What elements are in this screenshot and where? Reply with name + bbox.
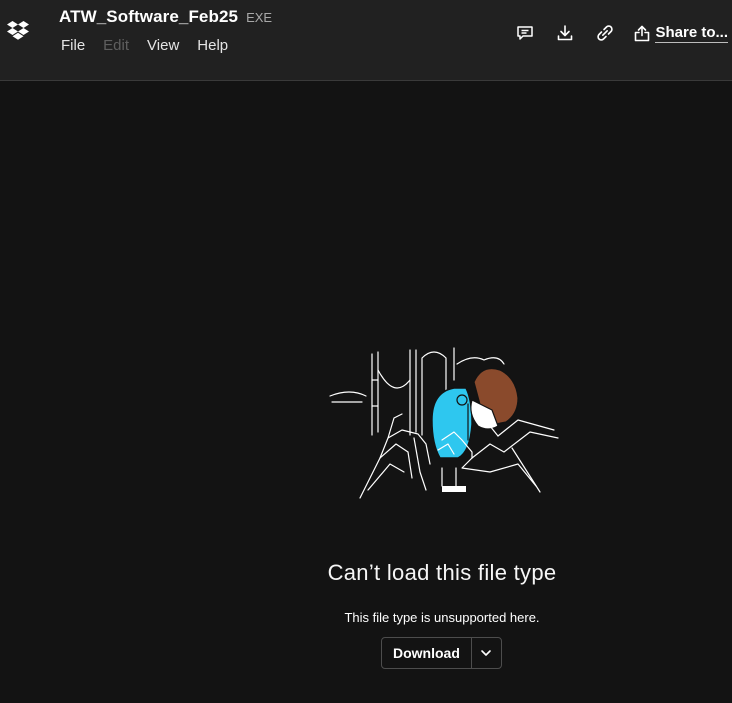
- copy-link-button[interactable]: [594, 22, 616, 44]
- share-icon: [635, 25, 650, 41]
- download-icon-button[interactable]: [554, 22, 576, 44]
- menu-help[interactable]: Help: [188, 35, 237, 56]
- preview-area: Can’t load this file type This file type…: [0, 82, 732, 703]
- menu-view[interactable]: View: [138, 35, 188, 56]
- menu-file[interactable]: File: [52, 35, 94, 56]
- download-button-group: Download: [381, 637, 502, 669]
- menu-edit: Edit: [103, 37, 130, 54]
- file-extension: EXE: [246, 10, 273, 25]
- file-title: ATW_Software_Feb25 EXE: [59, 7, 272, 27]
- comment-icon: [517, 26, 534, 40]
- dropbox-logo-icon[interactable]: [7, 21, 29, 41]
- top-bar: ATW_Software_Feb25 EXE File Edit View He…: [0, 0, 732, 81]
- menu-bar: File Edit View Help: [52, 35, 237, 56]
- download-icon: [558, 25, 573, 41]
- chevron-down-icon: [481, 650, 492, 656]
- header-actions: Share to...: [514, 22, 732, 44]
- binoculars-illustration: [322, 340, 562, 500]
- share-button[interactable]: Share to...: [634, 24, 728, 43]
- comment-button[interactable]: [514, 22, 536, 44]
- error-subtext: This file type is unsupported here.: [344, 610, 540, 625]
- share-label: Share to...: [655, 23, 728, 43]
- download-options-button[interactable]: [472, 638, 501, 668]
- error-heading: Can’t load this file type: [327, 560, 557, 585]
- download-button[interactable]: Download: [382, 638, 472, 668]
- file-name: ATW_Software_Feb25: [59, 7, 239, 26]
- link-icon: [597, 25, 614, 41]
